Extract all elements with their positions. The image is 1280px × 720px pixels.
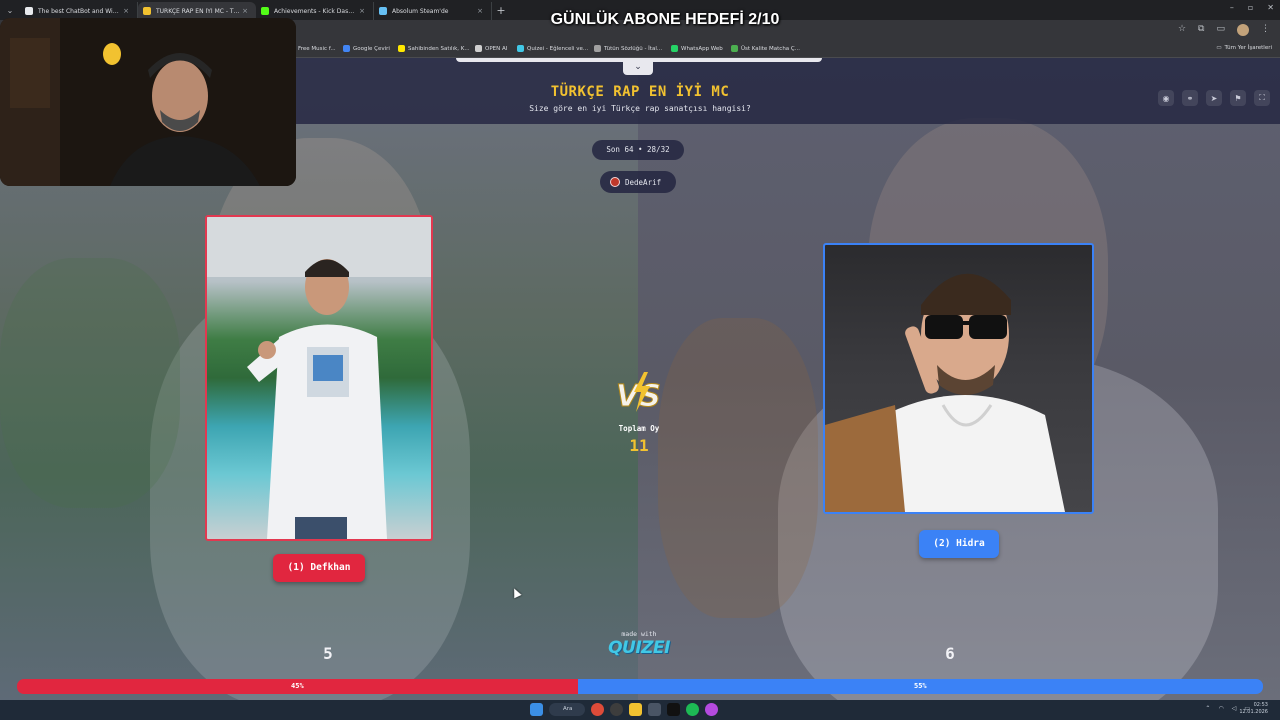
tab-title: Achievements - Kick Dashboard bbox=[274, 7, 357, 15]
terminal-icon[interactable] bbox=[667, 703, 680, 716]
all-bookmarks-button[interactable]: ▭ Tüm Yer İşaretleri bbox=[1216, 45, 1272, 51]
round-indicator: Son 64 • 28/32 bbox=[592, 140, 684, 160]
extensions-icon[interactable]: ⧉ bbox=[1198, 24, 1204, 36]
tab-close-icon[interactable]: × bbox=[357, 7, 367, 15]
wifi-icon[interactable]: ◠ bbox=[1218, 705, 1223, 712]
tab-favicon-icon bbox=[261, 7, 269, 15]
total-votes-label: Toplam Oy bbox=[618, 424, 660, 433]
creator-badge[interactable]: DedeArif bbox=[600, 171, 676, 193]
tab-title: The best ChatBot and Widgets bbox=[38, 7, 121, 15]
os-taskbar: Ara ⌃ ◠ ◁ ▭ 02:53 12.01.2026 bbox=[0, 700, 1280, 720]
bookmark-favicon-icon bbox=[398, 45, 405, 52]
bookmark-label: Quizei - Eğlenceli ve... bbox=[527, 45, 589, 52]
bookmark-favicon-icon bbox=[731, 45, 738, 52]
tab-favicon-icon bbox=[379, 7, 387, 15]
share-icon[interactable]: ➤ bbox=[1206, 90, 1222, 106]
maximize-button[interactable]: ▫ bbox=[1248, 3, 1253, 12]
bookmark-favicon-icon bbox=[475, 45, 482, 52]
taskbar-search[interactable]: Ara bbox=[549, 703, 585, 716]
all-bookmarks-label: Tüm Yer İşaretleri bbox=[1224, 45, 1272, 51]
bookmark-item[interactable]: Tütün Sözlüğü - İtal... bbox=[594, 45, 662, 52]
tray-chevron-icon[interactable]: ⌃ bbox=[1205, 705, 1210, 712]
vote-count-left: 5 bbox=[323, 644, 333, 663]
header-actions: ◉ ⚭ ➤ ⚑ ⛶ bbox=[1158, 90, 1270, 106]
bookmark-label: Google Çeviri bbox=[353, 45, 390, 52]
versus-icon: VS bbox=[616, 372, 661, 414]
person-left-illustration bbox=[207, 217, 431, 539]
eye-icon[interactable]: ◉ bbox=[1158, 90, 1174, 106]
chrome-icon[interactable] bbox=[591, 703, 604, 716]
windows-start-icon[interactable] bbox=[530, 703, 543, 716]
bookmark-item[interactable]: WhatsApp Web bbox=[671, 45, 723, 52]
bookmark-label: OPEN AI bbox=[485, 45, 508, 52]
tab-favicon-icon bbox=[143, 7, 151, 15]
file-explorer-icon[interactable] bbox=[629, 703, 642, 716]
creator-avatar bbox=[610, 177, 620, 187]
link-icon[interactable]: ⚭ bbox=[1182, 90, 1198, 106]
chevron-down-icon[interactable]: ⌄ bbox=[623, 61, 653, 75]
tab-title: Absolum Steam'de bbox=[392, 7, 449, 15]
bookmark-favicon-icon bbox=[594, 45, 601, 52]
tab-favicon-icon bbox=[25, 7, 33, 15]
bookmark-label: Sahibinden Satılık, K... bbox=[408, 45, 470, 52]
tab-search-icon[interactable]: ⌄ bbox=[0, 0, 20, 20]
vote-share-bar: 45% 55% bbox=[17, 679, 1263, 694]
minimize-button[interactable]: – bbox=[1230, 3, 1234, 12]
discord-icon[interactable] bbox=[705, 703, 718, 716]
bookmark-favicon-icon bbox=[671, 45, 678, 52]
subscriber-goal-overlay: GÜNLÜK ABONE HEDEFİ 2/10 bbox=[550, 11, 780, 28]
clock-date: 12.01.2026 bbox=[1239, 709, 1268, 715]
webcam-overlay bbox=[0, 18, 296, 186]
taskbar-clock[interactable]: 02:53 12.01.2026 bbox=[1239, 702, 1268, 716]
tab-close-icon[interactable]: × bbox=[121, 7, 131, 15]
browser-menu-icon[interactable]: ⋮ bbox=[1261, 24, 1270, 36]
clock-time: 02:53 bbox=[1253, 702, 1268, 708]
tab-title: TÜRKÇE RAP EN İYİ MC - Tier l bbox=[156, 7, 240, 15]
tab-close-icon[interactable]: × bbox=[240, 7, 250, 15]
app-icon[interactable] bbox=[648, 703, 661, 716]
bookmark-star-icon[interactable]: ☆ bbox=[1178, 24, 1186, 36]
browser-tab[interactable]: Absolum Steam'de × bbox=[374, 2, 492, 20]
sidebar-icon[interactable]: ▭ bbox=[1216, 24, 1225, 36]
bookmark-item[interactable]: Quizei - Eğlenceli ve... bbox=[517, 45, 588, 52]
vote-count-right: 6 bbox=[945, 644, 955, 663]
taskbar-apps: Ara bbox=[530, 703, 718, 716]
flag-icon[interactable]: ⚑ bbox=[1230, 90, 1246, 106]
bookmark-label: Üst Kalite Matcha Ç... bbox=[741, 45, 801, 52]
volume-icon[interactable]: ◁ bbox=[1232, 705, 1237, 712]
contender-left-photo[interactable] bbox=[205, 215, 433, 541]
creator-name: DedeArif bbox=[625, 177, 662, 187]
bookmark-label: Tütün Sözlüğü - İtal... bbox=[604, 45, 663, 52]
bookmark-favicon-icon bbox=[343, 45, 350, 52]
new-tab-button[interactable]: + bbox=[492, 4, 510, 17]
screen: ⌄ The best ChatBot and Widgets × TÜRKÇE … bbox=[0, 0, 1280, 720]
spotify-icon[interactable] bbox=[686, 703, 699, 716]
vote-share-left: 45% bbox=[17, 679, 578, 694]
obs-icon[interactable] bbox=[610, 703, 623, 716]
bookmark-item[interactable]: Google Çeviri bbox=[343, 45, 390, 52]
made-with-label: made with bbox=[621, 630, 657, 638]
bookmark-item[interactable]: Sahibinden Satılık, K... bbox=[398, 45, 470, 52]
bookmark-favicon-icon bbox=[517, 45, 524, 52]
contender-right-button[interactable]: (2) Hidra bbox=[919, 530, 999, 558]
bookmark-label: WhatsApp Web bbox=[681, 45, 723, 52]
contender-left-button[interactable]: (1) Defkhan bbox=[273, 554, 365, 582]
bookmark-item[interactable]: OPEN AI bbox=[475, 45, 507, 52]
close-window-button[interactable]: ✕ bbox=[1267, 3, 1274, 12]
total-votes-value: 11 bbox=[629, 436, 649, 455]
bookmark-label: Free Music f... bbox=[298, 45, 336, 52]
window-controls: – ▫ ✕ bbox=[1230, 3, 1274, 12]
toolbar-actions: ☆ ⧉ ▭ ⋮ bbox=[1178, 24, 1270, 36]
folder-icon: ▭ bbox=[1216, 45, 1222, 51]
vote-share-right: 55% bbox=[577, 679, 1263, 694]
tab-close-icon[interactable]: × bbox=[475, 7, 485, 15]
streamer-webcam-image bbox=[0, 18, 296, 186]
quizei-logo[interactable]: QUIZEI bbox=[598, 638, 680, 658]
bookmark-item[interactable]: Üst Kalite Matcha Ç... bbox=[731, 45, 800, 52]
contender-right-photo[interactable] bbox=[823, 243, 1094, 514]
person-right-illustration bbox=[825, 273, 1065, 512]
fullscreen-icon[interactable]: ⛶ bbox=[1254, 90, 1270, 106]
profile-avatar[interactable] bbox=[1237, 24, 1249, 36]
